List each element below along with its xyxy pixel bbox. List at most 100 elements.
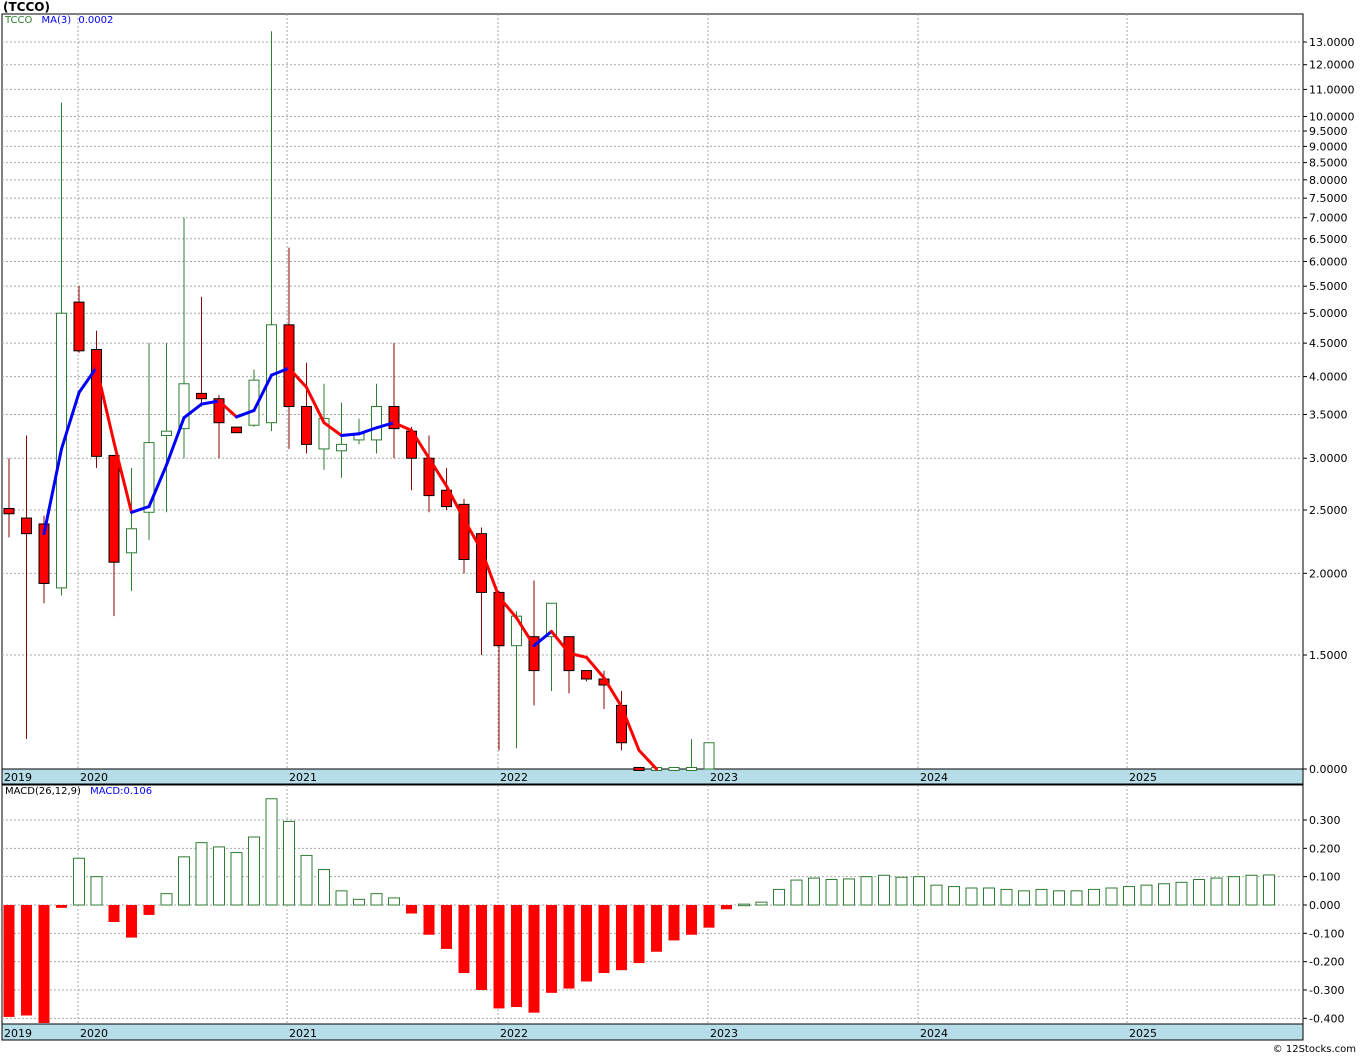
macd-x-label: 2024 <box>920 1027 948 1040</box>
candle-body <box>686 766 697 771</box>
candle-body <box>616 704 627 744</box>
macd-bar <box>1088 888 1100 906</box>
macd-tick-label: 0.000 <box>1309 899 1341 912</box>
macd-bar <box>160 893 173 906</box>
macd-bar <box>1123 886 1135 906</box>
candle-body <box>161 430 172 437</box>
macd-bar <box>895 876 908 906</box>
price-tick-label: 10.0000 <box>1309 110 1355 123</box>
price-plot-area <box>1 13 1304 770</box>
price-x-label: 2024 <box>920 771 948 784</box>
macd-bar <box>511 905 522 1007</box>
candle-body <box>73 301 85 352</box>
price-tick-label: 8.5000 <box>1309 157 1348 170</box>
candle-body <box>126 528 137 554</box>
macd-x-label: 2020 <box>80 1027 108 1040</box>
macd-bar <box>38 905 50 1023</box>
macd-bar <box>930 884 943 906</box>
macd-bar <box>441 905 452 949</box>
macd-tick-label: 0.100 <box>1309 871 1341 884</box>
macd-bar <box>581 905 592 982</box>
candle-body <box>196 392 207 400</box>
macd-tick-label: 0.200 <box>1309 842 1341 855</box>
price-tick-label: 2.5000 <box>1309 504 1348 517</box>
price-tick-label: 7.5000 <box>1309 192 1348 205</box>
macd-bar <box>388 897 400 906</box>
macd-bar <box>808 877 820 906</box>
candle-body <box>581 670 592 680</box>
macd-bar <box>843 878 855 906</box>
macd-legend: MACD(26,12,9) MACD:0.106 <box>5 786 152 797</box>
macd-bar <box>860 876 873 906</box>
macd-bar <box>318 869 330 906</box>
candle-body <box>231 426 242 434</box>
macd-bar <box>686 905 697 935</box>
price-tick-label: 3.0000 <box>1309 452 1348 465</box>
macd-bar <box>230 852 243 906</box>
macd-value: MACD:0.106 <box>90 786 153 797</box>
price-x-label: 2019 <box>4 771 32 784</box>
macd-label: MACD(26,12,9) <box>5 786 81 797</box>
macd-x-label: 2023 <box>710 1027 738 1040</box>
credit-text: © 12Stocks.com <box>1272 1044 1356 1055</box>
macd-bar <box>546 905 557 993</box>
price-tick-label: 5.0000 <box>1309 307 1348 320</box>
price-x-label: 2020 <box>80 771 108 784</box>
candle-body <box>336 443 347 452</box>
macd-bar <box>755 901 768 906</box>
price-tick-label: 4.5000 <box>1309 337 1348 350</box>
price-tick-label: 13.0000 <box>1309 36 1355 49</box>
macd-bar <box>668 905 680 941</box>
macd-bar <box>1070 890 1083 906</box>
macd-bar <box>406 905 417 914</box>
macd-bar <box>353 898 365 906</box>
macd-bar <box>143 905 155 915</box>
macd-bar <box>703 905 715 928</box>
macd-bar <box>21 905 32 1016</box>
macd-tick-label: -0.100 <box>1309 927 1344 940</box>
candle-body <box>301 405 312 445</box>
candle-body <box>3 507 15 515</box>
macd-bar <box>335 890 348 906</box>
macd-bar <box>721 905 732 910</box>
macd-bar <box>965 887 978 906</box>
price-tick-label: 1.5000 <box>1309 649 1348 662</box>
price-tick-label: 3.5000 <box>1309 408 1348 421</box>
macd-bar <box>248 836 260 906</box>
macd-bar <box>1000 888 1013 906</box>
candle-body <box>371 405 382 441</box>
candle-body <box>633 766 645 771</box>
price-tick-label: 8.0000 <box>1309 174 1348 187</box>
macd-bar <box>195 842 208 906</box>
macd-bar <box>598 905 610 973</box>
macd-bar <box>300 854 313 906</box>
macd-bar <box>1228 876 1240 906</box>
price-tick-label: 7.0000 <box>1309 212 1348 225</box>
macd-bar <box>1158 883 1170 906</box>
price-x-label: 2021 <box>289 771 317 784</box>
macd-bar <box>493 905 505 1009</box>
price-tick-label: 5.5000 <box>1309 280 1348 293</box>
macd-panel: 0.300 0.200 0.100 0.000 -0.100 -0.200 -0.300 -0… <box>1 784 1344 1041</box>
macd-bar <box>1053 890 1065 906</box>
macd-bar <box>563 905 575 989</box>
macd-bar <box>1140 884 1153 906</box>
macd-bar <box>878 874 890 906</box>
macd-x-label: 2025 <box>1129 1027 1157 1040</box>
macd-bar <box>1175 881 1188 906</box>
price-panel: 13.0000 12.0000 11.0000 10.0000 9.5000 9.0000… <box>1 13 1355 785</box>
macd-bar <box>1210 877 1223 906</box>
macd-bar <box>1193 879 1205 906</box>
macd-bar <box>1105 887 1118 906</box>
price-legend: TCCO MA(3) 0.0002 <box>5 15 113 26</box>
macd-bar <box>1018 890 1030 906</box>
macd-bar <box>178 856 190 906</box>
ma-label: MA(3) <box>41 15 72 26</box>
macd-bar <box>528 905 540 1013</box>
macd-bar <box>633 905 645 964</box>
macd-bar <box>773 888 785 906</box>
candle-body <box>21 517 32 535</box>
candle-body <box>91 349 102 457</box>
price-tick-label: 12.0000 <box>1309 59 1355 72</box>
price-tick-label: 6.5000 <box>1309 233 1348 246</box>
